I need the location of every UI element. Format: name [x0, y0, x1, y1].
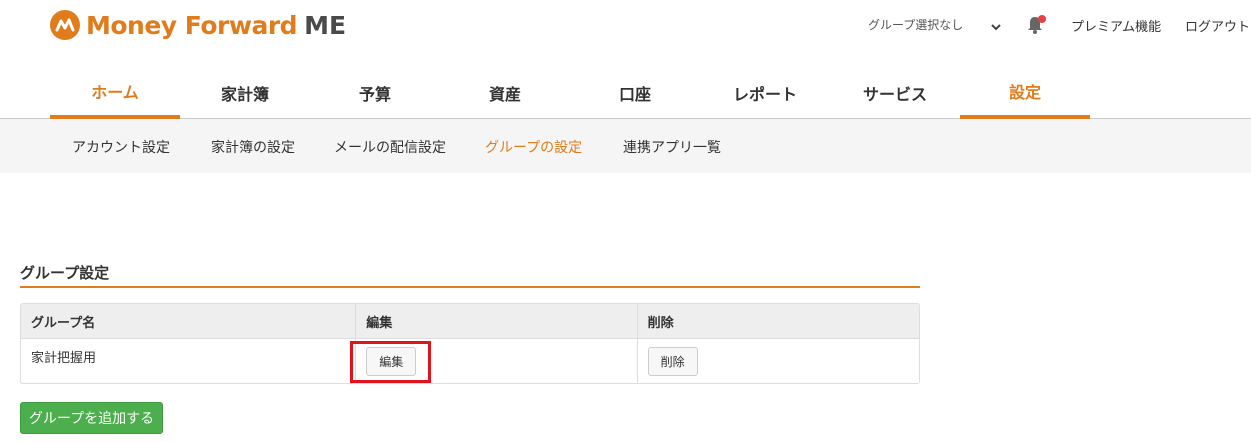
- table-header-row: グループ名 編集 削除: [21, 304, 919, 339]
- logo-text: Money Forward: [86, 10, 298, 40]
- sub-item-mail-settings[interactable]: メールの配信設定: [334, 137, 446, 157]
- add-group-button[interactable]: グループを追加する: [20, 402, 163, 434]
- column-header-delete: 削除: [636, 304, 919, 339]
- premium-link[interactable]: プレミアム機能: [1071, 16, 1161, 35]
- tab-assets[interactable]: 資産: [440, 66, 570, 119]
- sub-item-group-settings[interactable]: グループの設定: [485, 137, 582, 157]
- delete-cell: 削除: [636, 339, 919, 383]
- column-header-edit: 編集: [355, 304, 637, 339]
- section-title: グループ設定: [20, 264, 110, 282]
- table-row: 家計把握用 編集 削除: [21, 339, 919, 383]
- group-name-cell: 家計把握用: [31, 351, 97, 366]
- tab-accounts[interactable]: 口座: [570, 66, 700, 119]
- tab-services[interactable]: サービス: [830, 66, 960, 119]
- logo[interactable]: Money Forward ME: [50, 10, 346, 40]
- edit-button-highlight: [350, 341, 431, 383]
- sub-item-linked-apps[interactable]: 連携アプリ一覧: [623, 137, 721, 157]
- group-select[interactable]: グループ選択なし: [868, 16, 963, 33]
- group-table: グループ名 編集 削除 家計把握用 編集 削除: [20, 303, 920, 384]
- logout-link[interactable]: ログアウト: [1185, 16, 1250, 35]
- sub-nav: アカウント設定 家計簿の設定 メールの配信設定 グループの設定 連携アプリ一覧: [0, 119, 1251, 173]
- sub-item-household-settings[interactable]: 家計簿の設定: [211, 137, 295, 157]
- delete-button[interactable]: 削除: [647, 347, 698, 376]
- tab-report[interactable]: レポート: [700, 66, 830, 119]
- chevron-down-icon[interactable]: [990, 17, 1002, 36]
- column-header-group-name: グループ名: [21, 304, 356, 339]
- main-nav: ホーム 家計簿 予算 資産 口座 レポート サービス 設定: [0, 66, 1251, 119]
- tab-budget[interactable]: 予算: [310, 66, 440, 119]
- header: Money Forward ME グループ選択なし プレミアム機能 ログアウト: [0, 0, 1251, 60]
- tab-settings[interactable]: 設定: [960, 66, 1090, 119]
- section-divider: [20, 286, 920, 288]
- notification-dot: [1038, 15, 1046, 23]
- sub-item-account-settings[interactable]: アカウント設定: [72, 137, 170, 157]
- logo-suffix: ME: [304, 10, 347, 40]
- logo-mark-icon: [50, 10, 80, 40]
- tab-home[interactable]: ホーム: [50, 66, 180, 119]
- tab-household-book[interactable]: 家計簿: [180, 66, 310, 119]
